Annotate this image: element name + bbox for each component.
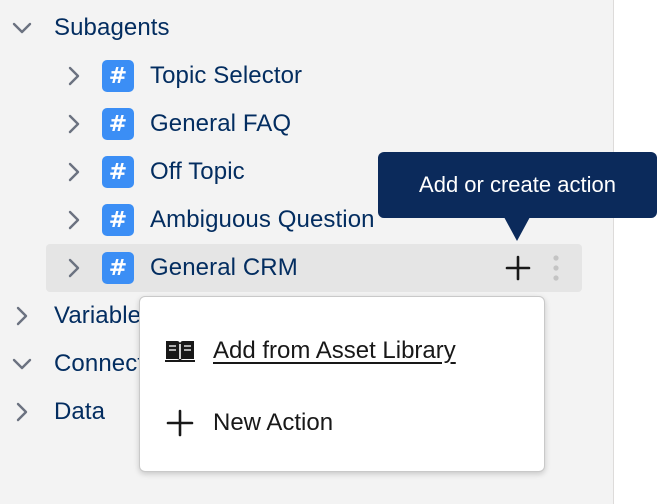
- tooltip: Add or create action: [378, 152, 657, 218]
- tree-item-subagents[interactable]: Subagents: [10, 4, 170, 52]
- hash-icon: #: [102, 204, 134, 236]
- menu-item-label: New Action: [213, 409, 334, 436]
- subagent-item-off-topic[interactable]: # Off Topic: [62, 148, 245, 196]
- menu-item-new-action[interactable]: New Action: [164, 403, 333, 443]
- hash-icon: #: [102, 252, 134, 284]
- chevron-down-icon[interactable]: [10, 352, 34, 376]
- tree-item-variables[interactable]: Variables: [10, 292, 153, 340]
- chevron-right-icon[interactable]: [62, 64, 86, 88]
- subagent-item-ambiguous-question[interactable]: # Ambiguous Question: [62, 196, 375, 244]
- tree-item-label: Subagents: [54, 14, 170, 41]
- plus-icon: [164, 407, 196, 439]
- add-action-button[interactable]: [502, 252, 534, 284]
- hash-icon: #: [102, 108, 134, 140]
- subagent-item-topic-selector[interactable]: # Topic Selector: [62, 52, 302, 100]
- tooltip-arrow: [504, 217, 530, 241]
- hash-icon: #: [102, 60, 134, 92]
- kebab-icon: [553, 255, 559, 281]
- chevron-right-icon[interactable]: [10, 304, 34, 328]
- menu-item-label: Add from Asset Library: [213, 337, 456, 364]
- subagent-item-general-faq[interactable]: # General FAQ: [62, 100, 291, 148]
- chevron-right-icon[interactable]: [62, 112, 86, 136]
- menu-item-add-from-asset-library[interactable]: Add from Asset Library: [164, 331, 456, 371]
- tree-item-label: Data: [54, 398, 106, 425]
- hash-icon: #: [102, 156, 134, 188]
- chevron-right-icon[interactable]: [62, 208, 86, 232]
- editor-pane: [614, 0, 672, 504]
- subagent-item-label: General FAQ: [150, 110, 292, 137]
- book-icon: [164, 335, 196, 367]
- chevron-right-icon[interactable]: [62, 256, 86, 280]
- tooltip-text: Add or create action: [419, 172, 616, 197]
- plus-icon: [505, 255, 531, 281]
- subagent-item-label: Ambiguous Question: [150, 206, 375, 233]
- chevron-down-icon[interactable]: [10, 16, 34, 40]
- more-options-button[interactable]: [546, 252, 566, 284]
- add-action-menu: Add from Asset Library New Action: [139, 296, 545, 472]
- subagent-item-label: Topic Selector: [150, 62, 303, 89]
- chevron-right-icon[interactable]: [62, 160, 86, 184]
- subagent-item-general-crm[interactable]: # General CRM: [46, 244, 582, 292]
- tree-item-data[interactable]: Data: [10, 388, 105, 436]
- subagent-item-label: General CRM: [150, 254, 298, 281]
- chevron-right-icon[interactable]: [10, 400, 34, 424]
- subagent-item-label: Off Topic: [150, 158, 245, 185]
